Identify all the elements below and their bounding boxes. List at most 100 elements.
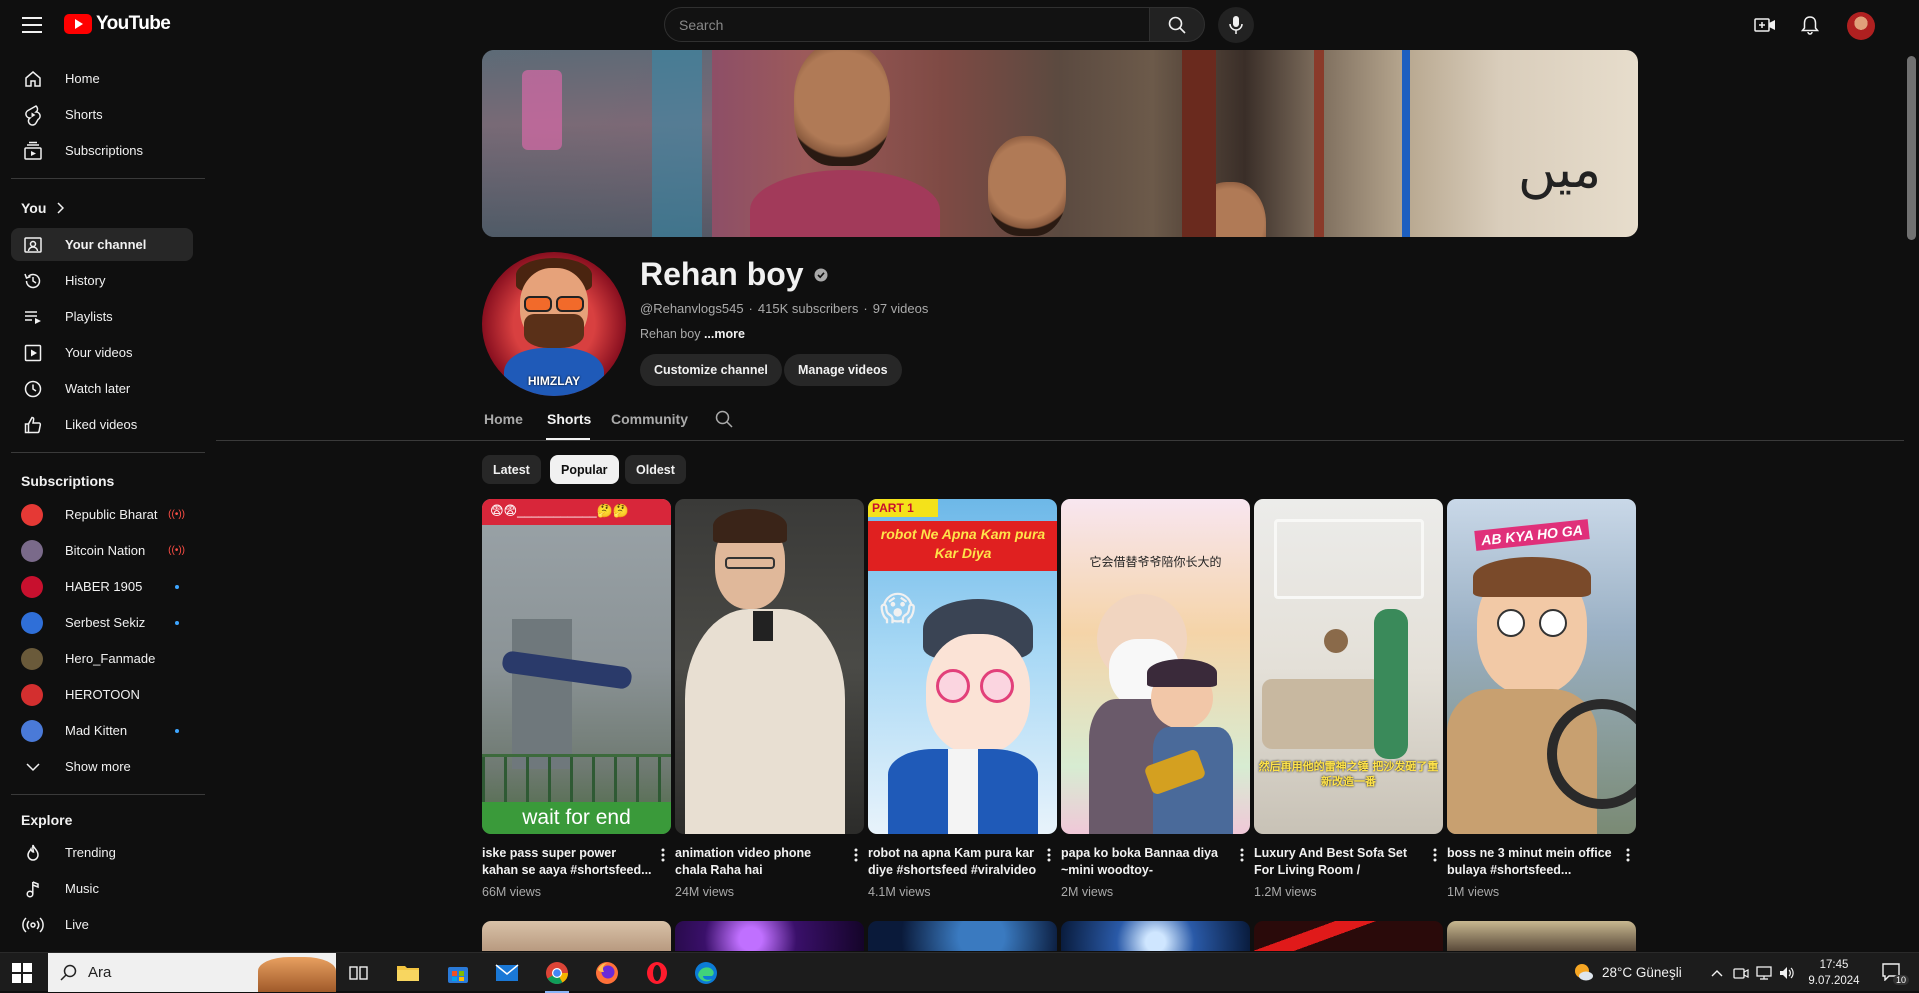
sidebar-item-trending[interactable]: Trending — [11, 836, 193, 869]
tab-community[interactable]: Community — [611, 411, 688, 427]
sidebar-item-history[interactable]: History — [11, 264, 193, 297]
page-scrollbar-thumb[interactable] — [1907, 56, 1916, 240]
sidebar-item-your-videos[interactable]: Your videos — [11, 336, 193, 369]
taskbar-search[interactable]: Ara — [48, 953, 336, 992]
sidebar-subscription-item[interactable]: Hero_Fanmade — [11, 642, 193, 675]
sidebar-you-heading[interactable]: You — [21, 200, 65, 216]
sidebar: Home Shorts Subscriptions You Your chann… — [0, 56, 206, 952]
short-title[interactable]: Luxury And Best Sofa Set For Living Room… — [1254, 845, 1424, 879]
sidebar-item-music[interactable]: Music — [11, 872, 193, 905]
short-thumbnail[interactable]: 它会借替爷爷陪你长大的 — [1061, 499, 1250, 834]
more-options-icon[interactable] — [849, 845, 863, 865]
notification-count-badge: 10 — [1892, 975, 1909, 985]
thumb-wall — [512, 619, 572, 769]
taskbar-mail[interactable] — [493, 959, 521, 987]
taskbar-file-explorer[interactable] — [394, 959, 422, 987]
sidebar-item-liked-videos[interactable]: Liked videos — [11, 408, 193, 441]
short-thumbnail-row2[interactable] — [1254, 921, 1443, 951]
short-title[interactable]: boss ne 3 minut mein office bulaya #shor… — [1447, 845, 1617, 879]
sidebar-subscription-item[interactable]: Bitcoin Nation ((•)) — [11, 534, 193, 567]
youtube-logo[interactable]: YouTube — [64, 13, 171, 35]
sidebar-show-more[interactable]: Show more — [11, 750, 193, 783]
new-content-dot-icon — [175, 584, 179, 589]
thumb-top-caption: 😨😨___________🤔🤔 — [490, 503, 630, 518]
tray-overflow-button[interactable] — [1708, 964, 1726, 982]
short-thumbnail[interactable] — [675, 499, 864, 834]
sidebar-item-live[interactable]: Live — [11, 908, 193, 941]
sidebar-item-subscriptions[interactable]: Subscriptions — [11, 134, 193, 167]
voice-search-button[interactable] — [1218, 7, 1254, 43]
notifications-button[interactable] — [1797, 12, 1823, 38]
sidebar-item-playlists[interactable]: Playlists — [11, 300, 193, 333]
tab-shorts[interactable]: Shorts — [547, 411, 591, 427]
short-title[interactable]: papa ko boka Bannaa diya ~mini woodtoy-w… — [1061, 845, 1231, 879]
search-button[interactable] — [1149, 7, 1205, 42]
channel-search-button[interactable] — [715, 410, 733, 428]
short-thumbnail-row2[interactable] — [675, 921, 864, 951]
short-title[interactable]: iske pass super power kahan se aaya #sho… — [482, 845, 652, 879]
more-options-icon[interactable] — [1235, 845, 1249, 865]
sidebar-subscription-item[interactable]: HABER 1905 — [11, 570, 193, 603]
taskbar-firefox[interactable] — [593, 959, 621, 987]
chip-oldest[interactable]: Oldest — [625, 455, 686, 484]
sidebar-subscription-item[interactable]: Republic Bharat ((•)) — [11, 498, 193, 531]
taskbar-chrome[interactable] — [543, 959, 571, 993]
notification-center-button[interactable]: 10 — [1879, 961, 1909, 985]
channel-avatar[interactable]: HIMZLAY — [482, 252, 626, 396]
thumb-top-caption: robot Ne Apna Kam pura Kar Diya — [880, 526, 1046, 561]
thumb-fence — [482, 754, 671, 802]
description-more-link[interactable]: ...more — [704, 327, 745, 341]
short-thumbnail-row2[interactable] — [482, 921, 671, 951]
sidebar-subscription-item[interactable]: Serbest Sekiz — [11, 606, 193, 639]
more-options-icon[interactable] — [1428, 845, 1442, 865]
task-view-button[interactable] — [345, 959, 373, 987]
menu-icon[interactable] — [18, 12, 46, 38]
create-button[interactable] — [1752, 12, 1778, 38]
manage-videos-button[interactable]: Manage videos — [784, 354, 902, 386]
sidebar-item-home[interactable]: Home — [11, 62, 193, 95]
taskbar-opera[interactable] — [643, 959, 671, 987]
sidebar-divider — [11, 794, 205, 795]
thumb-wall-clock — [1324, 629, 1348, 653]
more-options-icon[interactable] — [1042, 845, 1056, 865]
short-thumbnail-row2[interactable] — [868, 921, 1057, 951]
short-title[interactable]: animation video phone chala Raha hai #sh… — [675, 845, 845, 879]
windows-start-button[interactable] — [12, 963, 32, 983]
thumb-overlay-text: wait for end — [482, 802, 671, 834]
taskbar-weather[interactable]: 28°C Güneşli — [1572, 962, 1682, 982]
taskbar-microsoft-store[interactable] — [444, 959, 472, 987]
thumb-character-hair — [713, 509, 787, 543]
sidebar-divider — [11, 452, 205, 453]
sidebar-divider — [11, 178, 205, 179]
more-options-icon[interactable] — [656, 845, 670, 865]
account-avatar[interactable] — [1847, 12, 1875, 40]
chip-latest[interactable]: Latest — [482, 455, 541, 484]
taskbar-edge[interactable] — [692, 959, 720, 987]
banner-person-1 — [794, 50, 890, 166]
more-options-icon[interactable] — [1621, 845, 1635, 865]
search-icon — [1168, 16, 1186, 34]
tray-network[interactable] — [1755, 964, 1773, 982]
short-thumbnail[interactable]: 😨😨___________🤔🤔 wait for end — [482, 499, 671, 834]
short-thumbnail[interactable]: PART 1 robot Ne Apna Kam pura Kar Diya 😱 — [868, 499, 1057, 834]
short-title[interactable]: robot na apna Kam pura kar diye #shortsf… — [868, 845, 1038, 879]
subscriptions-heading-label: Subscriptions — [21, 473, 115, 489]
sidebar-subscription-item[interactable]: HEROTOON — [11, 678, 193, 711]
short-thumbnail[interactable]: AB KYA HO GA — [1447, 499, 1636, 834]
search-input[interactable] — [664, 7, 1149, 42]
short-thumbnail[interactable]: 然后再用他的雷神之锤 把沙发砸了重新改造一番 — [1254, 499, 1443, 834]
sidebar-item-shorts[interactable]: Shorts — [11, 98, 193, 131]
tray-volume[interactable] — [1778, 964, 1796, 982]
sidebar-subscription-item[interactable]: Mad Kitten — [11, 714, 193, 747]
sidebar-item-your-channel[interactable]: Your channel — [11, 228, 193, 261]
chip-popular[interactable]: Popular — [550, 455, 619, 484]
short-views: 1.2M views — [1254, 885, 1317, 899]
short-thumbnail-row2[interactable] — [1061, 921, 1250, 951]
customize-channel-button[interactable]: Customize channel — [640, 354, 782, 386]
banner-door-frame — [1182, 50, 1216, 237]
sidebar-item-watch-later[interactable]: Watch later — [11, 372, 193, 405]
taskbar-clock[interactable]: 17:45 9.07.2024 — [1804, 957, 1864, 989]
short-thumbnail-row2[interactable] — [1447, 921, 1636, 951]
tab-home[interactable]: Home — [484, 411, 523, 427]
tray-meet-now[interactable] — [1732, 964, 1750, 982]
